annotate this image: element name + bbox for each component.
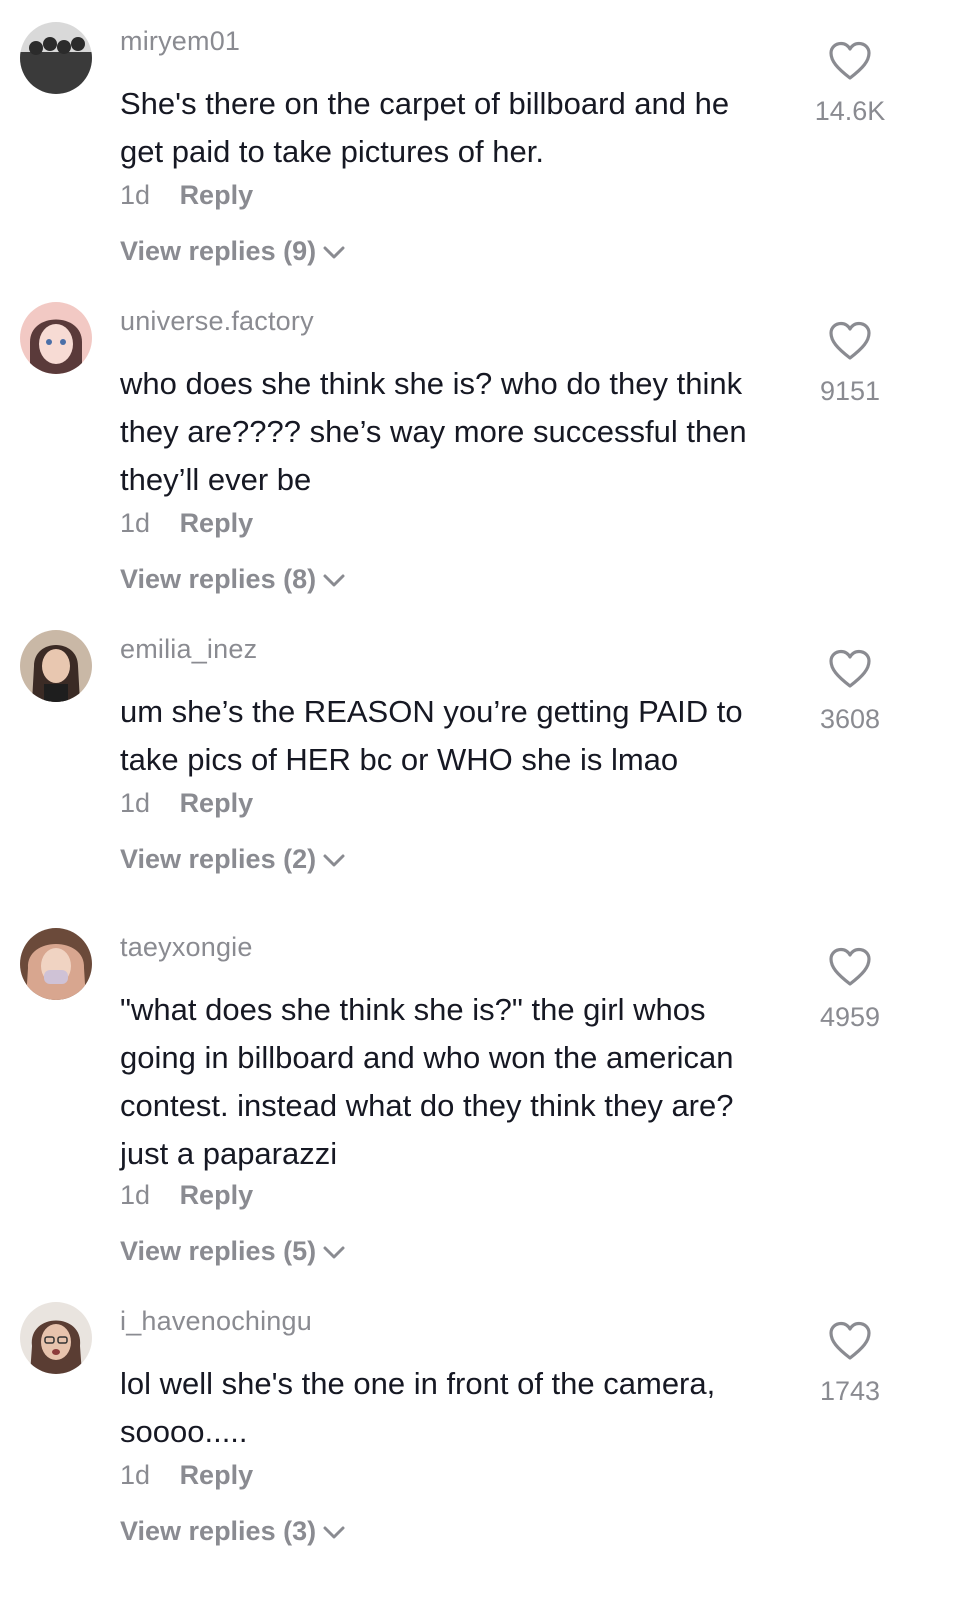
avatar-image bbox=[20, 1302, 92, 1374]
view-replies-label: View replies (3) bbox=[120, 1516, 317, 1546]
comment-meta: 1d Reply bbox=[120, 1460, 253, 1491]
like-section: 4959 bbox=[800, 946, 900, 1033]
view-replies-label: View replies (2) bbox=[120, 844, 317, 874]
comment-text: who does she think she is? who do they t… bbox=[120, 366, 747, 497]
avatar[interactable] bbox=[20, 928, 92, 1000]
reply-button[interactable]: Reply bbox=[180, 508, 254, 538]
like-count: 3608 bbox=[819, 704, 881, 734]
view-replies-label: View replies (5) bbox=[120, 1236, 317, 1266]
like-section: 3608 bbox=[800, 648, 900, 735]
view-replies-button[interactable]: View replies (3) bbox=[120, 1516, 346, 1547]
reply-button[interactable]: Reply bbox=[180, 1180, 254, 1210]
comment-text: "what does she think she is?" the girl w… bbox=[120, 992, 734, 1171]
comment-time: 1d bbox=[120, 180, 151, 210]
heart-icon[interactable] bbox=[827, 40, 873, 82]
comment-time: 1d bbox=[120, 1180, 151, 1210]
like-count: 9151 bbox=[819, 376, 881, 406]
like-count: 4959 bbox=[819, 1002, 881, 1032]
heart-icon[interactable] bbox=[827, 320, 873, 362]
comment-time: 1d bbox=[120, 788, 151, 818]
avatar-image bbox=[20, 928, 92, 1000]
like-count: 1743 bbox=[819, 1376, 881, 1406]
comment-username[interactable]: i_havenochingu bbox=[120, 1306, 312, 1337]
chevron-down-icon bbox=[322, 572, 346, 588]
view-replies-button[interactable]: View replies (5) bbox=[120, 1236, 346, 1267]
avatar-image bbox=[20, 302, 92, 374]
avatar[interactable] bbox=[20, 302, 92, 374]
avatar[interactable] bbox=[20, 630, 92, 702]
view-replies-button[interactable]: View replies (2) bbox=[120, 844, 346, 875]
comment-username[interactable]: emilia_inez bbox=[120, 634, 257, 665]
view-replies-label: View replies (8) bbox=[120, 564, 317, 594]
chevron-down-icon bbox=[322, 1244, 346, 1260]
like-section: 14.6K bbox=[800, 40, 900, 127]
comment-text: She's there on the carpet of billboard a… bbox=[120, 86, 730, 169]
comment-time: 1d bbox=[120, 508, 151, 538]
like-section: 1743 bbox=[800, 1320, 900, 1407]
like-section: 9151 bbox=[800, 320, 900, 407]
avatar[interactable] bbox=[20, 22, 92, 94]
reply-button[interactable]: Reply bbox=[180, 788, 254, 818]
comment-meta: 1d Reply bbox=[120, 788, 253, 819]
avatar[interactable] bbox=[20, 1302, 92, 1374]
reply-button[interactable]: Reply bbox=[180, 1460, 254, 1490]
view-replies-button[interactable]: View replies (9) bbox=[120, 236, 346, 267]
view-replies-label: View replies (9) bbox=[120, 236, 317, 266]
avatar-image bbox=[20, 22, 92, 94]
comment-meta: 1d Reply bbox=[120, 1180, 253, 1211]
comment-username[interactable]: taeyxongie bbox=[120, 932, 253, 963]
view-replies-button[interactable]: View replies (8) bbox=[120, 564, 346, 595]
comment-text: um she’s the REASON you’re getting PAID … bbox=[120, 694, 743, 777]
avatar-image bbox=[20, 630, 92, 702]
comment-meta: 1d Reply bbox=[120, 508, 253, 539]
heart-icon[interactable] bbox=[827, 648, 873, 690]
comment-username[interactable]: universe.factory bbox=[120, 306, 314, 337]
chevron-down-icon bbox=[322, 852, 346, 868]
heart-icon[interactable] bbox=[827, 946, 873, 988]
chevron-down-icon bbox=[322, 1524, 346, 1540]
heart-icon[interactable] bbox=[827, 1320, 873, 1362]
like-count: 14.6K bbox=[814, 96, 886, 126]
comment-time: 1d bbox=[120, 1460, 151, 1490]
reply-button[interactable]: Reply bbox=[180, 180, 254, 210]
chevron-down-icon bbox=[322, 244, 346, 260]
comment-text: lol well she's the one in front of the c… bbox=[120, 1366, 716, 1449]
comment-meta: 1d Reply bbox=[120, 180, 253, 211]
comment-username[interactable]: miryem01 bbox=[120, 26, 240, 57]
